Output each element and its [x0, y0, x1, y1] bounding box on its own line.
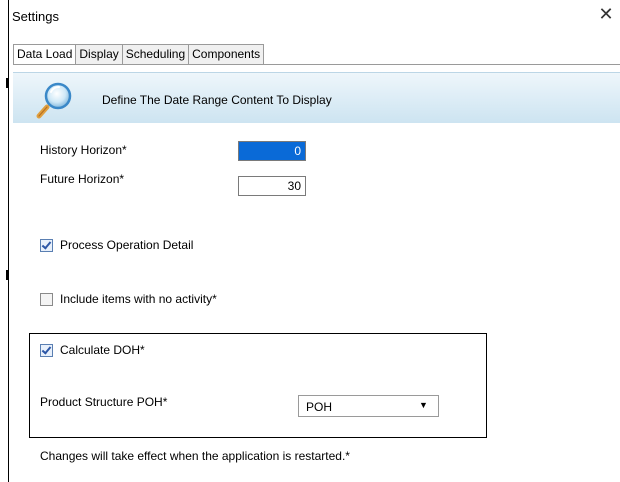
- process-operation-detail-label: Process Operation Detail: [60, 238, 194, 252]
- future-horizon-label: Future Horizon*: [40, 172, 125, 186]
- window-title: Settings: [12, 9, 59, 24]
- tab-strip: Data Load Display Scheduling Components: [13, 44, 265, 65]
- banner-title: Define The Date Range Content To Display: [102, 93, 332, 107]
- close-icon[interactable]: ✕: [597, 5, 615, 23]
- history-horizon-label: History Horizon*: [40, 143, 127, 157]
- settings-window: Settings ✕ Data Load Display Scheduling …: [0, 0, 620, 482]
- product-structure-poh-label: Product Structure POH*: [40, 395, 168, 409]
- include-no-activity-checkbox[interactable]: [40, 292, 53, 306]
- product-structure-poh-select[interactable]: POH ▼: [298, 395, 439, 417]
- process-operation-detail-row: Process Operation Detail: [40, 238, 193, 252]
- window-edge-mark: [6, 270, 9, 280]
- window-edge-mark: [6, 78, 9, 88]
- history-horizon-input[interactable]: [238, 141, 306, 161]
- product-structure-poh-value: POH: [306, 400, 333, 414]
- tab-components[interactable]: Components: [189, 44, 265, 65]
- restart-note: Changes will take effect when the applic…: [40, 449, 350, 463]
- tab-data-load[interactable]: Data Load: [13, 44, 77, 65]
- calculate-doh-row: Calculate DOH*: [40, 343, 145, 357]
- tab-scheduling[interactable]: Scheduling: [122, 44, 190, 65]
- process-operation-detail-checkbox[interactable]: [40, 238, 53, 252]
- future-horizon-input[interactable]: [238, 176, 306, 196]
- magnifier-icon: [35, 81, 75, 119]
- include-no-activity-label: Include items with no activity*: [60, 292, 217, 306]
- window-left-border: [8, 0, 9, 482]
- tab-display[interactable]: Display: [76, 44, 123, 65]
- calculate-doh-label: Calculate DOH*: [60, 343, 145, 357]
- chevron-down-icon: ▼: [419, 400, 428, 410]
- header-banner: Define The Date Range Content To Display: [13, 72, 620, 123]
- tab-divider: [13, 64, 620, 65]
- calculate-doh-checkbox[interactable]: [40, 343, 53, 357]
- include-no-activity-row: Include items with no activity*: [40, 292, 217, 306]
